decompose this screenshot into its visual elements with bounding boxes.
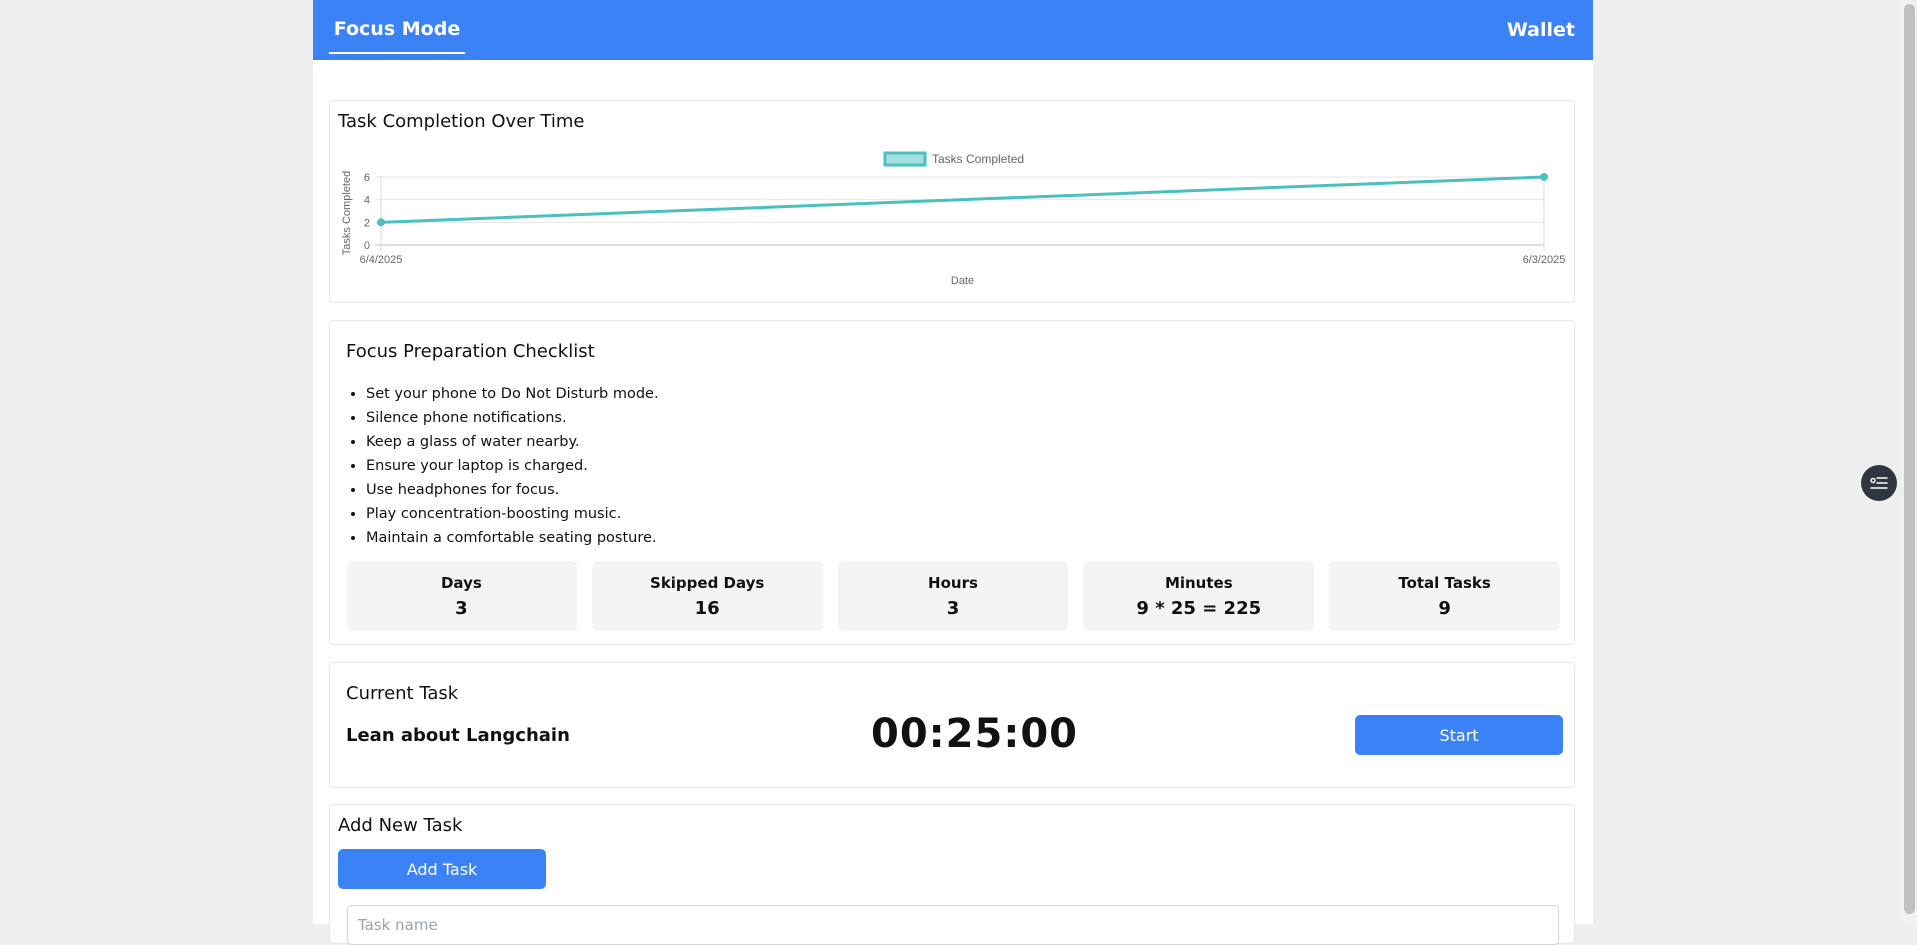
y-axis-label: Tasks Completed [341, 171, 353, 255]
stat-value: 9 [1438, 597, 1451, 619]
checklist-item: Set your phone to Do Not Disturb mode. [366, 382, 659, 406]
stat-label: Hours [928, 573, 978, 592]
add-task-card: Add New Task Add Task [329, 804, 1575, 945]
stat-hours: Hours 3 [837, 561, 1069, 631]
tab-wallet[interactable]: Wallet [1507, 0, 1575, 60]
stat-total-tasks: Total Tasks 9 [1329, 561, 1560, 631]
checklist: Set your phone to Do Not Disturb mode. S… [346, 382, 659, 550]
task-name-input[interactable] [347, 905, 1559, 945]
stat-value: 3 [946, 597, 960, 619]
legend-label: Tasks Completed [932, 152, 1024, 166]
page-scrollbar[interactable] [1902, 0, 1917, 924]
y-tick-label: 6 [364, 172, 370, 184]
stat-minutes: Minutes 9 * 25 = 225 [1083, 561, 1315, 631]
current-task-card: Current Task Lean about Langchain 00:25:… [329, 662, 1575, 788]
stat-value: 9 * 25 = 225 [1136, 597, 1262, 619]
y-tick-label: 2 [364, 217, 370, 229]
data-point [377, 218, 385, 227]
checklist-item: Maintain a comfortable seating posture. [366, 526, 659, 550]
task-list-icon[interactable] [1861, 465, 1897, 501]
timer-display: 00:25:00 [871, 711, 1078, 757]
stat-label: Minutes [1164, 573, 1233, 592]
stat-days: Days 3 [346, 561, 577, 631]
stats-row: Days 3 Skipped Days 16 Hours 3 Minutes 9… [346, 561, 1560, 631]
y-tick-label: 0 [364, 240, 370, 252]
data-point [1540, 173, 1548, 181]
y-tick-label: 4 [364, 195, 370, 207]
stat-label: Days [440, 573, 482, 592]
task-completion-chart: 0 2 4 6 6/4/2025 6/3/2025 Date Tasks Completed T… [341, 151, 1566, 287]
start-button[interactable]: Start [1355, 715, 1563, 755]
add-task-heading: Add New Task [338, 815, 463, 836]
checklist-card: Focus Preparation Checklist Set your pho… [329, 320, 1575, 645]
checklist-item: Use headphones for focus. [366, 478, 659, 502]
checklist-item: Silence phone notifications. [366, 406, 659, 430]
legend-swatch [883, 151, 927, 167]
add-task-button[interactable]: Add Task [338, 849, 546, 889]
stat-value: 16 [694, 597, 720, 619]
stat-label: Total Tasks [1398, 573, 1491, 592]
app-page: Focus Mode Wallet Task Completion Over T… [313, 0, 1593, 945]
scrollbar-thumb[interactable] [1904, 4, 1915, 914]
stat-skipped-days: Skipped Days 16 [591, 561, 823, 631]
x-tick-label: 6/3/2025 [1523, 254, 1566, 266]
x-tick-label: 6/4/2025 [360, 254, 403, 266]
current-task-name: Lean about Langchain [346, 725, 570, 746]
checklist-item: Play concentration-boosting music. [366, 502, 659, 526]
top-navbar: Focus Mode Wallet [313, 0, 1593, 60]
checklist-title: Focus Preparation Checklist [346, 341, 595, 362]
current-task-heading: Current Task [346, 683, 459, 704]
checklist-item: Ensure your laptop is charged. [366, 454, 659, 478]
tab-focus-mode[interactable]: Focus Mode [329, 0, 465, 54]
stat-label: Skipped Days [650, 573, 765, 592]
task-list-icon-glyph [1870, 477, 1888, 489]
x-axis-label: Date [951, 275, 974, 287]
chart-card: Task Completion Over Time 0 2 4 6 6/4/2025 6/… [329, 100, 1575, 303]
stat-value: 3 [455, 597, 468, 619]
checklist-item: Keep a glass of water nearby. [366, 430, 659, 454]
